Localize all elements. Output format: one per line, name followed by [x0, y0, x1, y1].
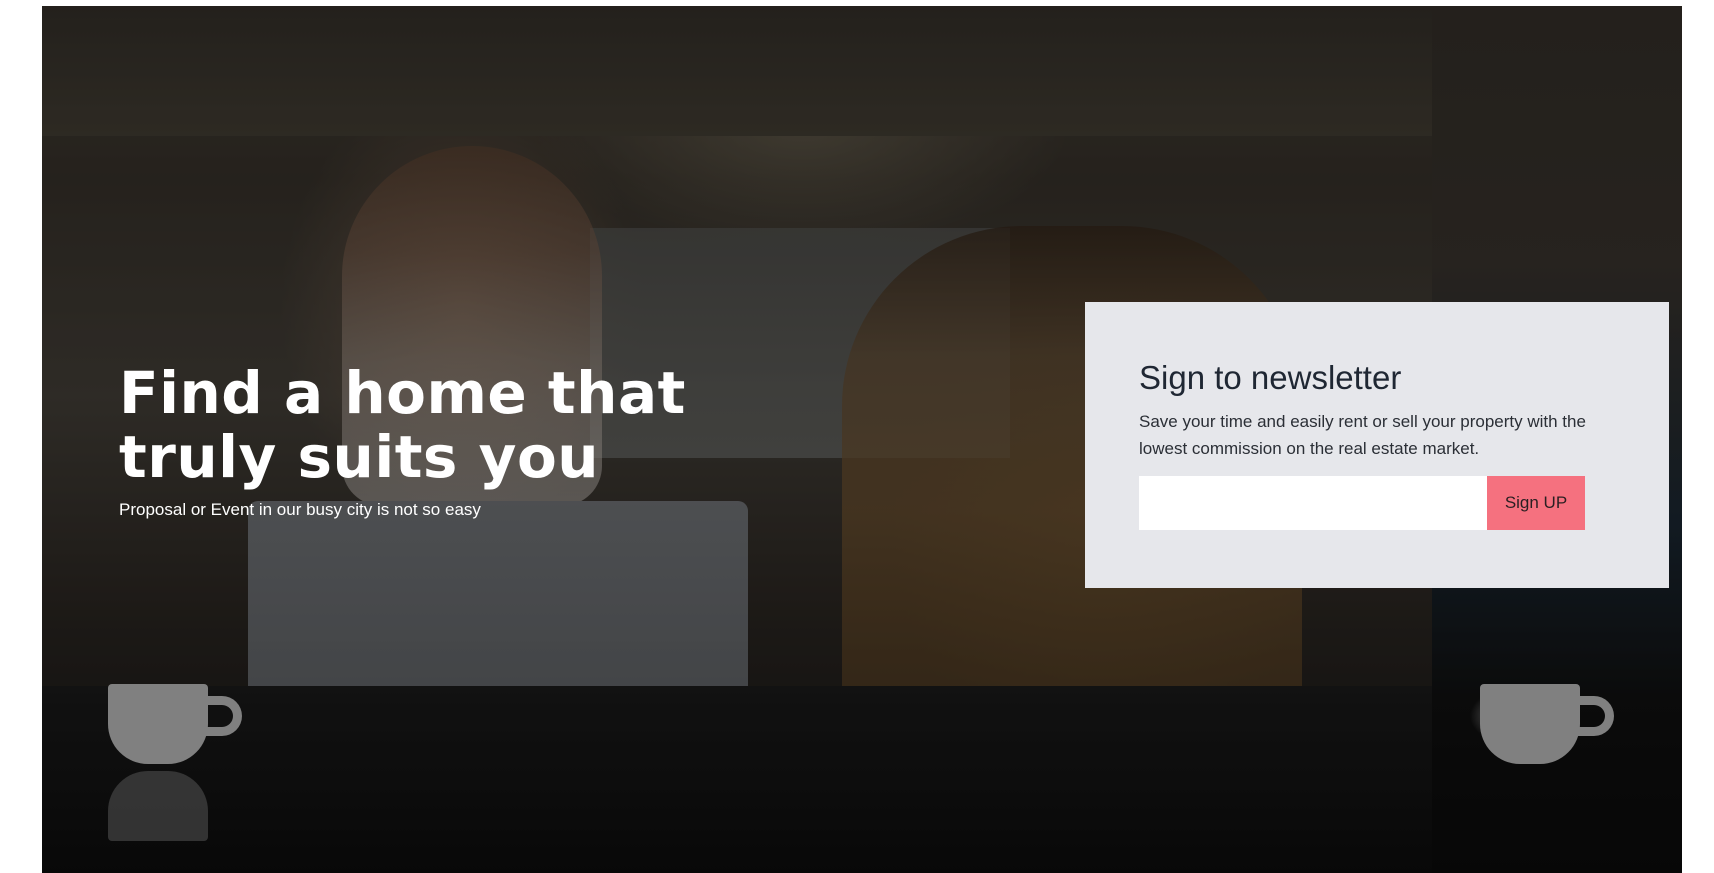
hero-section: Find a home that truly suits you Proposa…	[42, 6, 1682, 873]
hero-headline: Find a home that truly suits you	[119, 361, 759, 489]
newsletter-title: Sign to newsletter	[1139, 359, 1402, 396]
hero-headline-line-1: Find a home that	[119, 359, 686, 427]
newsletter-panel: Sign to newsletter Save your time and ea…	[1085, 302, 1669, 588]
hero-headline-line-2: truly suits you	[119, 423, 600, 491]
newsletter-description: Save your time and easily rent or sell y…	[1139, 412, 1586, 458]
hero-subtitle: Proposal or Event in our busy city is no…	[119, 500, 481, 519]
newsletter-form: Sign UP	[1139, 476, 1615, 530]
newsletter-email-input[interactable]	[1139, 476, 1487, 530]
sign-up-button[interactable]: Sign UP	[1487, 476, 1585, 530]
